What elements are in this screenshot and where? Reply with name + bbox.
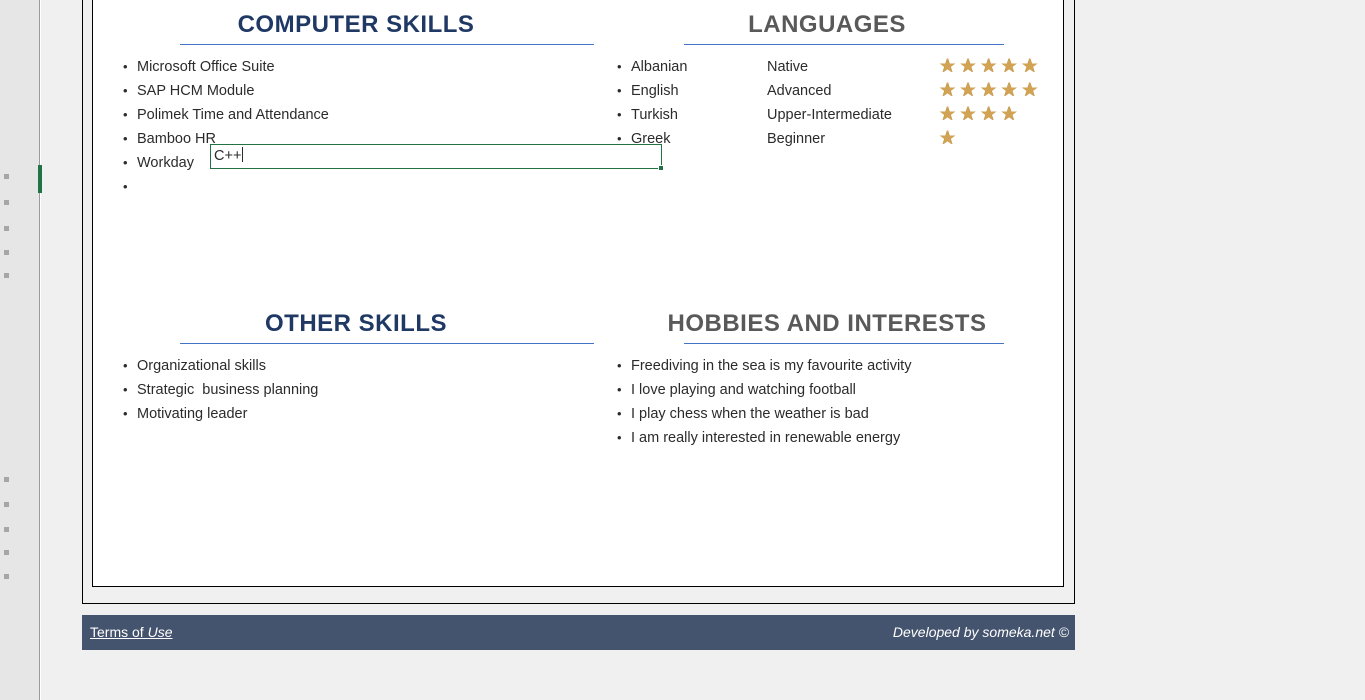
other-skills-title: OTHER SKILLS	[264, 310, 447, 337]
languages-table: Albanian Native ★★★★★ English Advanced ★…	[612, 55, 1042, 151]
list-item-active[interactable]	[118, 175, 594, 199]
language-name: Albanian	[631, 59, 688, 75]
languages-rule	[684, 44, 1004, 45]
list-item[interactable]: Strategic business planning	[118, 378, 594, 402]
row-marker	[4, 502, 9, 507]
table-row[interactable]: Turkish Upper-Intermediate ★★★★	[612, 103, 1042, 127]
list-item[interactable]: Polimek Time and Attendance	[118, 103, 594, 127]
row-marker	[4, 550, 9, 555]
computer-skills-rule	[180, 44, 594, 45]
computer-skills-list: Microsoft Office Suite SAP HCM Module Po…	[118, 55, 594, 199]
star-icon: ★	[939, 128, 960, 149]
terms-prefix: Terms of	[90, 624, 148, 640]
list-item[interactable]: Microsoft Office Suite	[118, 55, 594, 79]
language-level: Upper-Intermediate	[767, 107, 892, 123]
active-cell-value: C++	[214, 148, 242, 164]
language-level: Native	[767, 59, 809, 75]
languages-title: LANGUAGES	[748, 11, 906, 38]
row-marker	[4, 477, 9, 482]
table-row[interactable]: Albanian Native ★★★★★	[612, 55, 1042, 79]
section-hobbies: HOBBIES AND INTERESTS Freediving in the …	[612, 312, 1042, 450]
terms-emphasis: Use	[147, 624, 173, 640]
language-rating-stars: ★★★★	[939, 103, 1021, 128]
row-marker	[4, 226, 9, 231]
section-languages: LANGUAGES Albanian Native ★★★★★ English …	[612, 11, 1042, 152]
list-item[interactable]: Motivating leader	[118, 402, 594, 426]
star-icon: ★	[1000, 104, 1022, 125]
active-cell-value-wrap: C++	[214, 145, 244, 167]
hobbies-title: HOBBIES AND INTERESTS	[667, 310, 987, 337]
row-marker	[4, 174, 9, 179]
section-computer-skills: COMPUTER SKILLS Microsoft Office Suite S…	[118, 13, 594, 199]
star-icon: ★	[980, 80, 1001, 101]
row-selection-indicator	[38, 165, 42, 193]
star-icon: ★	[959, 104, 981, 125]
row-marker	[4, 574, 9, 579]
star-icon: ★	[980, 56, 1001, 77]
language-rating-stars: ★★★★★	[939, 55, 1042, 80]
row-header-rail[interactable]	[0, 0, 40, 700]
row-marker	[4, 527, 9, 532]
hobbies-rule	[684, 343, 1004, 344]
list-item[interactable]: I play chess when the weather is bad	[612, 402, 1042, 426]
language-name: English	[631, 83, 679, 99]
section-other-skills: OTHER SKILLS Organizational skills Strat…	[118, 312, 594, 426]
star-icon: ★	[959, 56, 981, 77]
row-marker	[4, 273, 9, 278]
language-name: Turkish	[631, 107, 678, 123]
list-item[interactable]: Organizational skills	[118, 354, 594, 378]
star-icon: ★	[980, 104, 1001, 125]
other-skills-rule	[180, 343, 594, 344]
hobbies-list: Freediving in the sea is my favourite ac…	[612, 354, 1042, 450]
list-item[interactable]: I am really interested in renewable ener…	[612, 426, 1042, 450]
star-icon: ★	[939, 56, 960, 77]
computer-skills-title: COMPUTER SKILLS	[237, 11, 475, 38]
active-cell-editor[interactable]: C++	[210, 144, 664, 171]
language-rating-stars: ★★★★★	[939, 79, 1042, 104]
other-skills-list: Organizational skills Strategic business…	[118, 354, 594, 426]
list-item[interactable]: Freediving in the sea is my favourite ac…	[612, 354, 1042, 378]
star-icon: ★	[959, 80, 981, 101]
star-icon: ★	[1021, 56, 1042, 77]
fill-handle[interactable]	[658, 165, 664, 171]
star-icon: ★	[1000, 80, 1022, 101]
language-rating-stars: ★	[939, 127, 960, 152]
language-level: Beginner	[767, 131, 826, 147]
star-icon: ★	[939, 104, 960, 125]
resume-sheet: COMPUTER SKILLS Microsoft Office Suite S…	[92, 0, 1064, 587]
terms-of-use-link[interactable]: Terms of Use	[90, 624, 172, 640]
list-item[interactable]: SAP HCM Module	[118, 79, 594, 103]
star-icon: ★	[1000, 56, 1022, 77]
row-marker	[4, 200, 9, 205]
text-caret	[242, 147, 244, 162]
star-icon: ★	[939, 80, 960, 101]
row-marker	[4, 250, 9, 255]
star-icon: ★	[1021, 80, 1042, 101]
table-row[interactable]: English Advanced ★★★★★	[612, 79, 1042, 103]
table-row[interactable]: Greek Beginner ★	[612, 127, 1042, 151]
language-level: Advanced	[767, 83, 832, 99]
footer-bar: Terms of Use Developed by someka.net ©	[82, 615, 1075, 650]
list-item[interactable]: I love playing and watching football	[612, 378, 1042, 402]
developer-credit: Developed by someka.net ©	[892, 624, 1069, 640]
